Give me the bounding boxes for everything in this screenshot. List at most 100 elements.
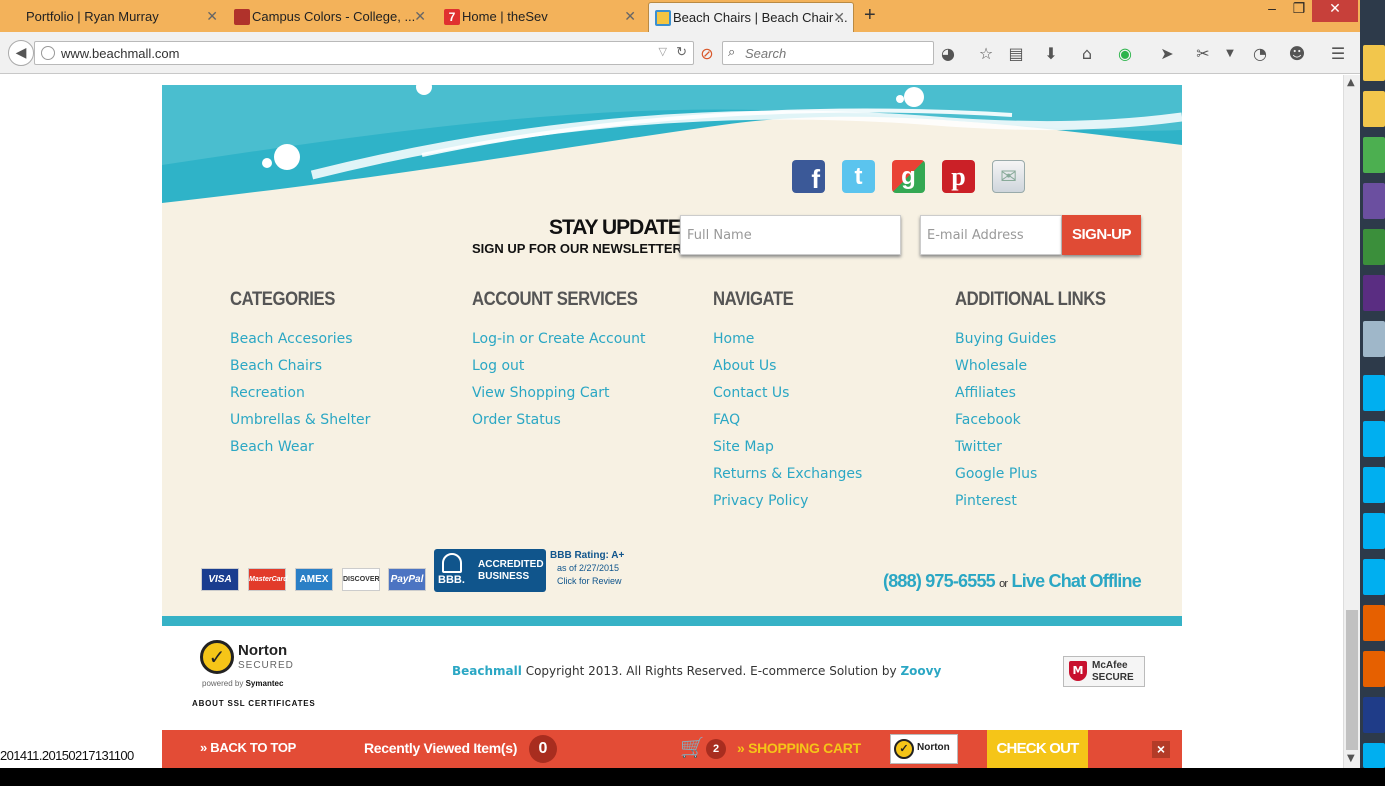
cart-icon[interactable]: 🛒 <box>680 737 705 759</box>
back-icon[interactable]: ◀ <box>8 40 34 66</box>
taskbar-app-icon[interactable] <box>1363 321 1385 357</box>
live-chat-link[interactable]: Live Chat Offline <box>1012 571 1142 591</box>
taskbar-chrome-icon[interactable] <box>1363 137 1385 173</box>
url-bar[interactable]: www.beachmall.com ▽ ↻ <box>34 41 694 65</box>
twitter-icon[interactable]: t <box>842 160 875 193</box>
footer-link[interactable]: Twitter <box>955 437 1175 464</box>
reading-list-icon[interactable]: ▤ <box>1006 44 1026 64</box>
google-icon[interactable]: g <box>892 160 925 193</box>
footer-link[interactable]: Returns & Exchanges <box>713 464 933 491</box>
close-window-button[interactable]: ✕ <box>1312 0 1358 22</box>
bbb-badge[interactable]: BBB. ACCREDITED BUSINESS <box>434 549 546 592</box>
bookmark-star-icon[interactable]: ☆ <box>976 44 996 64</box>
footer-link[interactable]: Affiliates <box>955 383 1175 410</box>
taskbar-app-icon[interactable] <box>1363 697 1385 733</box>
taskbar-app-icon[interactable] <box>1363 229 1385 265</box>
menu-icon[interactable]: ☰ <box>1328 44 1348 64</box>
email-field[interactable]: E-mail Address <box>920 215 1062 255</box>
reload-icon[interactable]: ↻ <box>676 44 687 60</box>
back-to-top-link[interactable]: » BACK TO TOP <box>200 740 296 755</box>
tab-portfolio[interactable]: Portfolio | Ryan Murray ✕ <box>2 2 226 32</box>
extension-icon[interactable]: ◕ <box>938 44 958 64</box>
footer-link[interactable]: Order Status <box>472 410 692 437</box>
vendor-link[interactable]: Zoovy <box>900 664 941 678</box>
taskbar-skype-icon[interactable] <box>1363 421 1385 457</box>
mcafee-seal[interactable]: M McAfee SECURE <box>1063 656 1145 687</box>
seven-icon: 7 <box>444 9 460 25</box>
grammarly-icon[interactable]: ◉ <box>1115 44 1135 64</box>
footer-link[interactable]: Home <box>713 329 933 356</box>
footer-link[interactable]: About Us <box>713 356 933 383</box>
search-input[interactable]: ⌕ Search <box>722 41 934 65</box>
footer-link[interactable]: Buying Guides <box>955 329 1175 356</box>
scrollbar-thumb[interactable] <box>1346 610 1358 750</box>
taskbar-firefox-icon[interactable] <box>1363 651 1385 687</box>
chevron-down-icon[interactable]: ▼ <box>1220 44 1240 64</box>
recently-viewed-label[interactable]: Recently Viewed Item(s) <box>364 740 517 756</box>
new-tab-button[interactable]: + <box>864 4 876 27</box>
close-bar-button[interactable]: × <box>1152 741 1170 758</box>
bbb-click[interactable]: Click for Review <box>557 576 622 586</box>
maximize-button[interactable]: ❐ <box>1286 0 1312 22</box>
wave-banner <box>162 85 1182 203</box>
footer-link[interactable]: Privacy Policy <box>713 491 933 518</box>
send-icon[interactable]: ➤ <box>1157 44 1177 64</box>
chat-icon[interactable]: ☻ <box>1287 44 1307 64</box>
footer-link[interactable]: Beach Accesories <box>230 329 450 356</box>
footer-link[interactable]: Google Plus <box>955 464 1175 491</box>
footer-link[interactable]: Pinterest <box>955 491 1175 518</box>
tab-campus-colors[interactable]: Campus Colors - College, ... ✕ <box>228 2 434 32</box>
dropdown-icon[interactable]: ▽ <box>659 45 667 58</box>
page-scrollbar[interactable]: ▲ ▼ <box>1343 75 1360 768</box>
scroll-down-icon[interactable]: ▼ <box>1347 753 1355 764</box>
home-icon[interactable]: ⌂ <box>1077 44 1097 64</box>
close-tab-icon[interactable]: ✕ <box>414 8 426 25</box>
norton-seal[interactable]: ✓ Norton SECURED powered by Symantec <box>198 636 302 692</box>
tab-beach-chairs[interactable]: Beach Chairs | Beach Chair ... ✕ <box>648 2 854 32</box>
screenshot-icon[interactable]: ✂ <box>1193 44 1213 64</box>
taskbar-app-icon[interactable] <box>1363 183 1385 219</box>
signup-button[interactable]: SIGN-UP <box>1062 215 1141 255</box>
footer-link[interactable]: Contact Us <box>713 383 933 410</box>
facebook-icon[interactable]: f <box>792 160 825 194</box>
tab-thesev[interactable]: 7 Home | theSev ✕ <box>438 2 644 32</box>
mcafee-secure-label: SECURE <box>1092 672 1134 683</box>
pinterest-icon[interactable]: p <box>942 160 975 193</box>
checkout-button[interactable]: CHECK OUT <box>987 730 1088 768</box>
taskbar-firefox-icon[interactable] <box>1363 605 1385 641</box>
block-icon[interactable]: ⊘ <box>697 44 717 64</box>
about-ssl-link[interactable]: ABOUT SSL CERTIFICATES <box>192 699 316 708</box>
scroll-up-icon[interactable]: ▲ <box>1347 77 1355 88</box>
footer-link[interactable]: Recreation <box>230 383 450 410</box>
taskbar-folder-icon[interactable] <box>1363 91 1385 127</box>
footer-link[interactable]: Umbrellas & Shelter <box>230 410 450 437</box>
norton-mini-badge[interactable]: ✓ Norton <box>890 734 958 764</box>
footer-link[interactable]: Beach Wear <box>230 437 450 464</box>
taskbar-app-icon[interactable] <box>1363 275 1385 311</box>
footer-link[interactable]: Log out <box>472 356 692 383</box>
download-icon[interactable]: ⬇ <box>1041 44 1061 64</box>
taskbar-skype-icon[interactable] <box>1363 467 1385 503</box>
shopping-cart-link[interactable]: » SHOPPING CART <box>737 740 861 756</box>
email-icon[interactable]: ✉ <box>992 160 1025 193</box>
full-name-field[interactable]: Full Name <box>680 215 901 255</box>
close-tab-icon[interactable]: ✕ <box>624 8 636 25</box>
close-tab-icon[interactable]: ✕ <box>833 9 845 26</box>
footer-link[interactable]: Log-in or Create Account <box>472 329 692 356</box>
footer-link[interactable]: FAQ <box>713 410 933 437</box>
bbb-torch-icon <box>442 553 462 573</box>
footer-link[interactable]: Site Map <box>713 437 933 464</box>
taskbar-skype-icon[interactable] <box>1363 375 1385 411</box>
brand-link[interactable]: Beachmall <box>452 664 522 678</box>
taskbar-skype-icon[interactable] <box>1363 559 1385 595</box>
minimize-button[interactable]: – <box>1258 0 1286 22</box>
footer-link[interactable]: Facebook <box>955 410 1175 437</box>
taskbar-skype-icon[interactable] <box>1363 513 1385 549</box>
footer-link[interactable]: Beach Chairs <box>230 356 450 383</box>
footer-link[interactable]: View Shopping Cart <box>472 383 692 410</box>
footer-link[interactable]: Wholesale <box>955 356 1175 383</box>
history-icon[interactable]: ◔ <box>1250 44 1270 64</box>
close-tab-icon[interactable]: ✕ <box>206 8 218 25</box>
taskbar-folder-icon[interactable] <box>1363 45 1385 81</box>
taskbar-skype-icon[interactable] <box>1363 743 1385 768</box>
